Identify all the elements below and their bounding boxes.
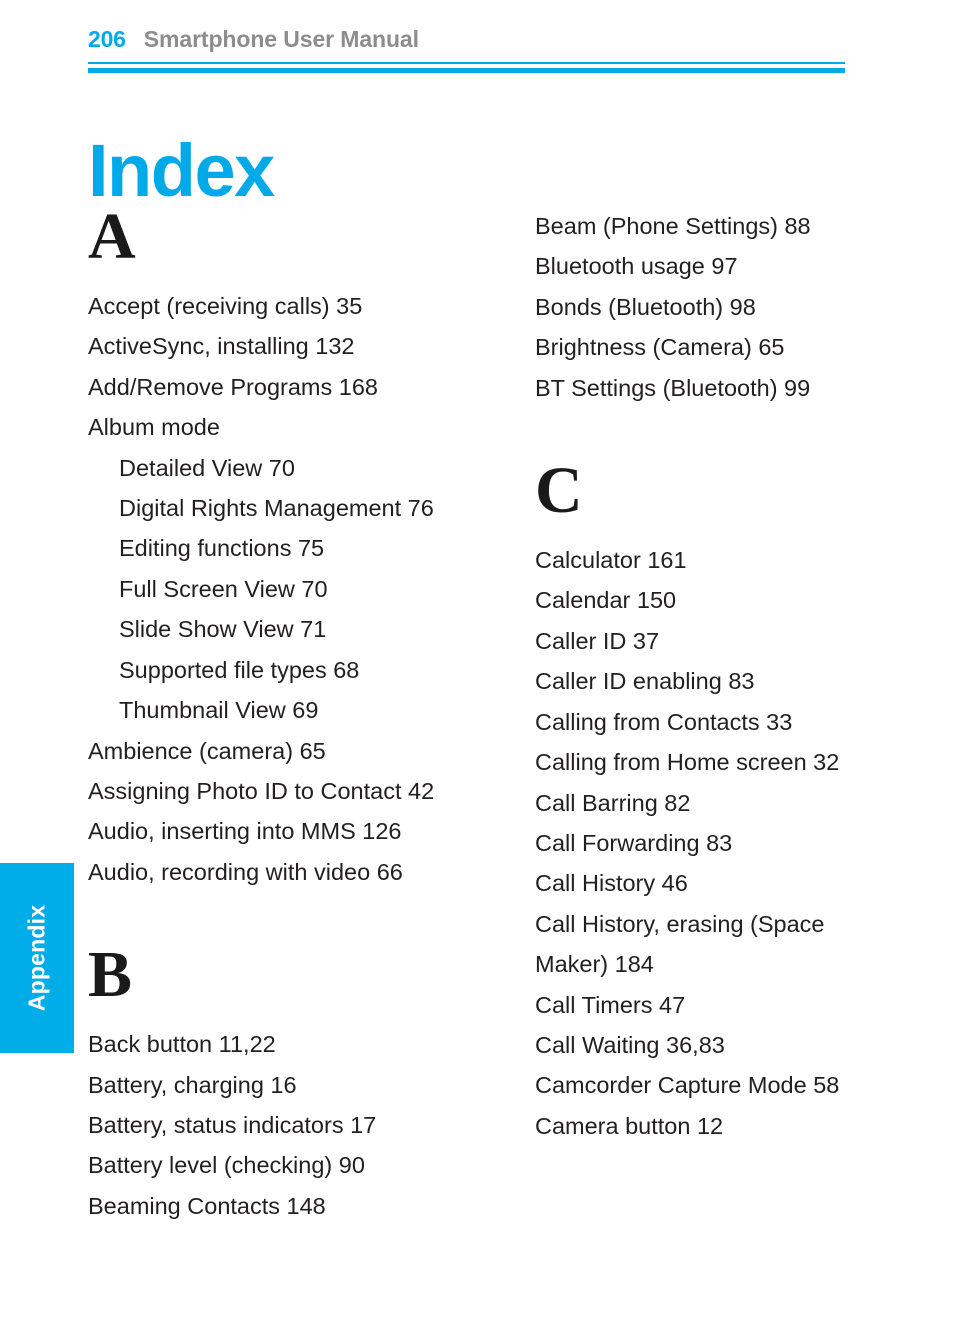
appendix-side-tab: Appendix <box>0 863 74 1053</box>
index-entry: Calculator 161 <box>535 547 687 574</box>
index-entry: Caller ID 37 <box>535 627 660 654</box>
header-rule-thin <box>88 62 845 64</box>
index-entry: Add/Remove Programs 168 <box>88 373 378 400</box>
index-entry: Battery, charging 16 <box>88 1071 297 1098</box>
index-entry: Ambience (camera) 65 <box>88 737 326 764</box>
index-entry: Calling from Home screen 32 <box>535 749 840 776</box>
page-header: 206 Smartphone User Manual <box>88 26 845 74</box>
index-entry: Bluetooth usage 97 <box>535 253 738 280</box>
index-entry: Back button 11,22 <box>88 1031 276 1058</box>
index-entry: Battery, status indicators 17 <box>88 1111 377 1138</box>
index-entry: Calling from Contacts 33 <box>535 708 793 735</box>
index-entry: Call Forwarding 83 <box>535 829 733 856</box>
index-entry: ActiveSync, installing 132 <box>88 333 355 360</box>
index-entry: Brightness (Camera) 65 <box>535 334 785 361</box>
index-entry: Beaming Contacts 148 <box>88 1192 326 1219</box>
index-entry: Call Waiting 36,83 <box>535 1031 725 1058</box>
index-entry: Beam (Phone Settings) 88 <box>535 213 811 239</box>
index-sub-entry: Full Screen View 70 <box>119 575 328 602</box>
index-entry: Calendar 150 <box>535 587 677 614</box>
index-entry: Call Timers 47 <box>535 991 686 1018</box>
index-entry: Call History 46 <box>535 870 688 897</box>
index-entry: Caller ID enabling 83 <box>535 668 755 695</box>
appendix-side-tab-label: Appendix <box>23 904 50 1012</box>
index-sub-entry: Thumbnail View 69 <box>119 697 319 724</box>
index-entry-list: Beam (Phone Settings) 88 Bluetooth usage … <box>535 206 895 408</box>
index-entry: Call History, erasing (Space Maker) 184 <box>535 910 825 978</box>
index-letter-heading: B <box>88 938 133 1012</box>
manual-title: Smartphone User Manual <box>143 26 419 52</box>
index-entry: Assigning Photo ID to Contact 42 <box>88 777 435 804</box>
index-letter-heading: A <box>88 200 136 273</box>
index-sub-entry: Slide Show View 71 <box>119 616 327 643</box>
index-sub-entry: Supported file types 68 <box>119 656 360 683</box>
index-entry-list: Calculator 161 Calendar 150 Caller ID 37 Ca… <box>535 540 895 1146</box>
header-rule-thick <box>88 68 845 73</box>
index-sub-entry: Digital Rights Management 76 <box>119 495 434 522</box>
index-body: A Accept (receiving calls) 35 ActiveSync, … <box>88 200 878 1266</box>
index-sub-entry: Detailed View 70 <box>119 454 295 481</box>
index-entry: Call Barring 82 <box>535 789 691 816</box>
index-entry-list: Accept (receiving calls) 35 ActiveSync, i… <box>88 286 448 892</box>
index-entry: BT Settings (Bluetooth) 99 <box>535 374 811 401</box>
page-title: Index <box>88 128 275 212</box>
index-entry: Camcorder Capture Mode 58 <box>535 1072 840 1099</box>
index-column-left: A Accept (receiving calls) 35 ActiveSync, … <box>88 200 448 1226</box>
index-entry: Battery level (checking) 90 <box>88 1152 365 1179</box>
index-entry-list: Back button 11,22 Battery, charging 16 Bat… <box>88 1024 448 1226</box>
index-entry: Album mode <box>88 414 220 441</box>
index-entry: Bonds (Bluetooth) 98 <box>535 293 756 320</box>
index-column-right: Beam (Phone Settings) 88 Bluetooth usage … <box>535 206 895 1146</box>
index-entry: Audio, recording with video 66 <box>88 858 403 885</box>
index-letter-heading: C <box>535 454 583 528</box>
index-entry: Accept (receiving calls) 35 <box>88 293 363 320</box>
page-number: 206 <box>88 26 126 52</box>
index-entry: Audio, inserting into MMS 126 <box>88 818 402 845</box>
header-line: 206 Smartphone User Manual <box>88 26 845 58</box>
index-sub-entry: Editing functions 75 <box>119 535 325 562</box>
index-entry: Camera button 12 <box>535 1112 724 1139</box>
